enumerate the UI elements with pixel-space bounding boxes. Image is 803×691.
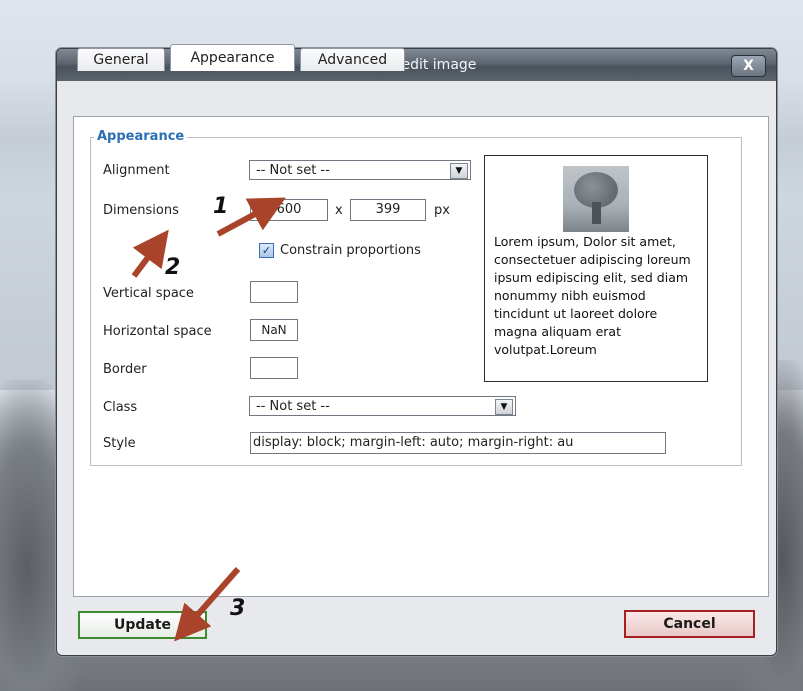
class-value: -- Not set -- [256,399,330,414]
annotation-number-1: 1 [213,194,229,219]
alignment-select[interactable]: -- Not set -- ▼ [249,160,471,180]
chevron-down-icon[interactable]: ▼ [450,163,468,179]
appearance-legend: Appearance [94,129,188,144]
tree-thumbnail-icon [563,166,629,232]
horizontal-space-input[interactable]: NaN [250,319,298,341]
dimensions-separator: x [335,203,343,218]
height-input[interactable]: 399 [350,199,426,221]
class-label: Class [103,400,138,415]
dimensions-unit: px [434,203,450,218]
update-button[interactable]: Update [78,611,207,639]
checkmark-icon: ✓ [261,244,272,257]
annotation-number-3: 3 [230,596,246,621]
image-preview: Lorem ipsum, Dolor sit amet, consectetue… [484,155,708,382]
tab-advanced[interactable]: Advanced [300,48,405,71]
dimensions-label: Dimensions [103,203,179,218]
width-input[interactable]: 600 [250,199,328,221]
border-input[interactable] [250,357,298,379]
close-icon: X [743,58,754,74]
alignment-label: Alignment [103,163,170,178]
preview-text: Lorem ipsum, Dolor sit amet, consectetue… [494,234,691,357]
constrain-label: Constrain proportions [280,243,421,258]
style-input[interactable]: display: block; margin-left: auto; margi… [250,432,666,454]
chevron-down-icon[interactable]: ▼ [495,399,513,415]
vertical-space-label: Vertical space [103,286,194,301]
cancel-button[interactable]: Cancel [624,610,755,638]
tab-general[interactable]: General [77,48,165,71]
vertical-space-input[interactable] [250,281,298,303]
constrain-checkbox[interactable]: ✓ [259,243,274,258]
style-label: Style [103,436,136,451]
annotation-number-2: 2 [165,255,181,280]
horizontal-space-label: Horizontal space [103,324,212,339]
close-button[interactable]: X [731,55,766,77]
border-label: Border [103,362,147,377]
alignment-value: -- Not set -- [256,163,330,178]
tab-appearance[interactable]: Appearance [170,44,295,71]
class-select[interactable]: -- Not set -- ▼ [249,396,516,416]
